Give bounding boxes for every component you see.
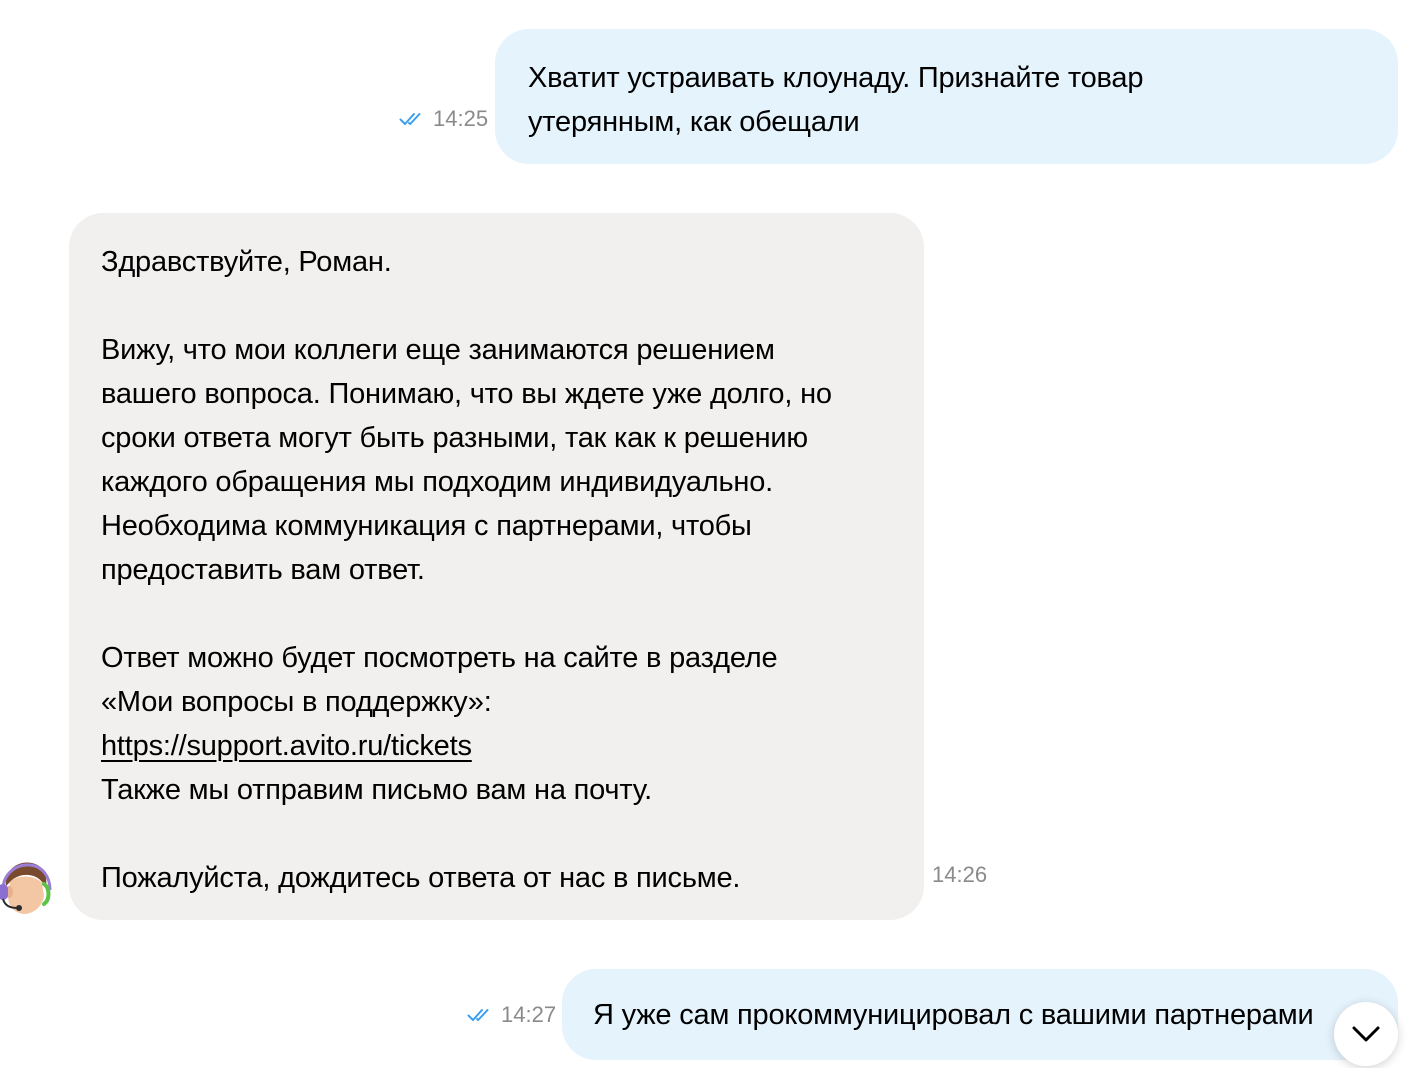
message-text-line: Необходима коммуникация с партнерами, чт… <box>101 510 752 542</box>
outgoing-message-bubble[interactable]: Хватит устраивать клоунаду. Признайте то… <box>495 29 1398 164</box>
message-time: 14:27 <box>501 1002 557 1027</box>
outgoing-message-bubble[interactable]: Я уже сам прокоммуницировал с вашими пар… <box>562 969 1398 1060</box>
message-time: 14:25 <box>433 106 489 131</box>
double-check-icon <box>467 1009 489 1021</box>
message-text-line: Вижу, что мои коллеги еще занимаются реш… <box>101 334 775 366</box>
message-text-line: сроки ответа могут быть разными, так как… <box>101 422 808 454</box>
message-closing: Пожалуйста, дождитесь ответа от нас в пи… <box>101 862 741 894</box>
message-meta: 14:26 <box>932 862 987 888</box>
chevron-down-icon <box>1352 1026 1380 1042</box>
support-tickets-link[interactable]: https://support.avito.ru/tickets <box>101 730 472 762</box>
message-text-line: вашего вопроса. Понимаю, что вы ждете уж… <box>101 378 832 410</box>
message-text-line: предоставить вам ответ. <box>101 554 425 586</box>
chat-history: 14:25 Хватит устраивать клоунаду. Призна… <box>0 0 1408 1068</box>
message-text-line: Хватит устраивать клоунаду. Признайте то… <box>528 62 1144 94</box>
message-greeting: Здравствуйте, Роман. <box>101 246 392 278</box>
message-text-line: Также мы отправим письмо вам на почту. <box>101 774 652 806</box>
message-text-line: Ответ можно будет посмотреть на сайте в … <box>101 642 778 674</box>
incoming-message-bubble[interactable]: Здравствуйте, Роман. Вижу, что мои колле… <box>69 213 924 920</box>
scroll-to-bottom-button[interactable] <box>1334 1002 1398 1066</box>
message-text-line: утерянным, как обещали <box>528 106 860 138</box>
message-time: 14:26 <box>932 862 988 887</box>
double-check-icon <box>399 113 421 125</box>
message-meta: 14:25 <box>399 106 488 132</box>
support-agent-avatar[interactable] <box>0 856 54 920</box>
message-meta: 14:27 <box>467 1002 556 1028</box>
message-text-line: «Мои вопросы в поддержку»: <box>101 686 492 718</box>
message-text-line: каждого обращения мы подходим индивидуал… <box>101 466 773 498</box>
message-text: Я уже сам прокоммуницировал с вашими пар… <box>593 999 1314 1031</box>
